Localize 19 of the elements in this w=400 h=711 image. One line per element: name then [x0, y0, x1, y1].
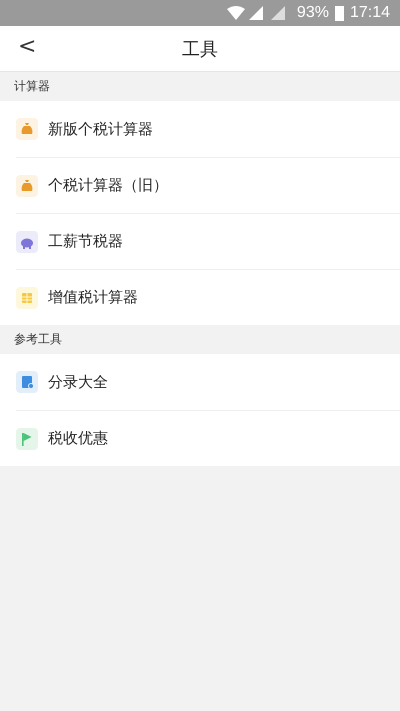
calendar-icon [16, 286, 38, 308]
moneybag-icon [16, 118, 38, 140]
page-title: 工具 [182, 38, 218, 60]
tool-item[interactable]: 工薪节税器 [48, 232, 123, 251]
tool-item[interactable]: 税收优惠 [48, 429, 108, 448]
battery-icon [334, 5, 344, 21]
section-title: 计算器 [13, 78, 51, 95]
status-time: 17:14 [350, 4, 390, 22]
clipboard-icon [16, 371, 38, 393]
section-title: 参考工具 [13, 331, 63, 348]
tool-item[interactable]: 增值税计算器 [48, 288, 138, 307]
tool-item[interactable]: 新版个税计算器 [48, 120, 153, 138]
tool-item[interactable]: 分录大全 [48, 372, 108, 392]
moneybag-icon [16, 174, 38, 196]
flag-icon [16, 428, 38, 450]
battery-percent: 93% [296, 4, 329, 22]
tool-item[interactable]: 个税计算器（旧） [48, 176, 168, 195]
piggy-icon [16, 230, 38, 252]
back-button[interactable]: < [12, 34, 42, 59]
